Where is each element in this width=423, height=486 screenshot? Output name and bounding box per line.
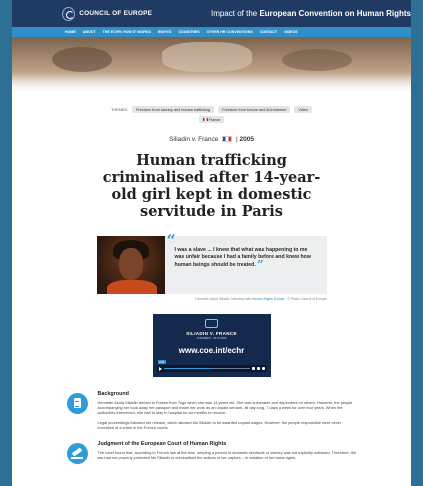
page-title: Human trafficking criminalised after 14-… (102, 152, 321, 220)
page: COUNCIL OF EUROPE Impact of the European… (12, 0, 411, 486)
video-subtitle: JUDGMENT · 26.07.2005 (196, 337, 227, 340)
open-quote-icon: “ (166, 231, 176, 250)
hero-image (12, 37, 411, 92)
judgment-section: Judgment of the European Court of Human … (66, 441, 357, 465)
video-badge: LIVE (157, 360, 166, 364)
council-of-europe-logo-icon[interactable] (62, 6, 76, 21)
country-chip-france[interactable]: France (198, 116, 225, 123)
country-row: France (12, 116, 411, 123)
site-title: Impact of the European Convention on Hum… (211, 9, 411, 18)
hero-shape (282, 49, 352, 71)
fullscreen-icon[interactable] (261, 367, 265, 370)
theme-chip-torture[interactable]: Freedom from torture and ill-treatment (218, 106, 291, 113)
case-year: 2005 (239, 136, 254, 143)
settings-icon[interactable] (256, 367, 260, 370)
video-url: www.coe.int/echr (178, 346, 245, 355)
main-nav: HOME ABOUT THE ECHR: HOW IT WORKS RIGHTS… (12, 27, 411, 37)
video-logo-icon (204, 319, 218, 328)
background-paragraph: Henriette Akofa Siliadin arrived in Fran… (97, 400, 353, 416)
nav-rights[interactable]: RIGHTS (158, 30, 172, 34)
theme-chip-video[interactable]: Video (294, 106, 312, 113)
quote-box: “ I was a slave ... I knew that what was… (96, 231, 327, 294)
caption-suffix: - © Photo Council of Europe (284, 297, 327, 301)
quote-text: I was a slave ... I knew that what was h… (174, 247, 311, 268)
country-chip-label: France (208, 117, 221, 122)
gavel-icon (66, 443, 88, 465)
nav-how-it-works[interactable]: THE ECHR: HOW IT WORKS (103, 30, 151, 34)
video-controls (156, 365, 267, 372)
hero-shape (52, 47, 112, 72)
nav-other-conventions[interactable]: OTHER HR CONVENTIONS (207, 30, 253, 34)
site-title-bold: European Convention on Human Rights (259, 9, 411, 18)
portrait-image (96, 236, 165, 294)
close-quote-icon: ” (257, 258, 264, 271)
judgment-paragraph: The court found that, according to Frenc… (97, 450, 357, 461)
case-name: Siliadin v. France (169, 136, 219, 143)
case-line: Siliadin v. France | 2005 (12, 136, 411, 143)
document-icon (66, 393, 88, 414)
judgment-heading: Judgment of the European Court of Human … (97, 441, 227, 448)
site-header: COUNCIL OF EUROPE Impact of the European… (12, 0, 411, 27)
hero-shape (162, 42, 252, 72)
france-flag-icon (222, 136, 233, 143)
quote: “ I was a slave ... I knew that what was… (165, 231, 327, 294)
site-title-prefix: Impact of the (210, 9, 260, 18)
france-flag-icon (202, 117, 208, 122)
nav-home[interactable]: HOME (65, 30, 76, 34)
background-paragraph: Legal proceedings followed her release, … (97, 419, 342, 430)
video-progress-bar[interactable] (163, 367, 250, 370)
nav-videos[interactable]: VIDEOS (284, 30, 298, 34)
video-title: SILIADIN V. FRANCE (186, 331, 237, 336)
caption-prefix: Henriette Akofa Siliadin, interview with (195, 297, 253, 301)
brand-name[interactable]: COUNCIL OF EUROPE (79, 10, 201, 17)
play-icon[interactable] (158, 366, 162, 371)
nav-contact[interactable]: CONTACT (260, 30, 277, 34)
caption-link[interactable]: Human Rights Europe (252, 297, 284, 301)
theme-chip-slavery[interactable]: Freedom from slavery and human trafficki… (131, 106, 215, 113)
portrait-shirt (106, 280, 157, 294)
quote-caption: Henriette Akofa Siliadin, interview with… (97, 297, 327, 301)
background-content: Background Henriette Akofa Siliadin arri… (98, 391, 357, 434)
themes-label: THEMES: (111, 107, 128, 112)
hero-fade (12, 72, 411, 92)
judgment-content: Judgment of the European Court of Human … (98, 441, 357, 464)
nav-countries[interactable]: COUNTRIES (178, 30, 199, 34)
video-progress-fill (163, 367, 211, 370)
volume-icon[interactable] (251, 367, 255, 370)
themes-bar: THEMES: Freedom from slavery and human t… (12, 106, 411, 113)
case-separator: | (236, 136, 238, 143)
background-heading: Background (97, 391, 129, 397)
video-player[interactable]: SILIADIN V. FRANCE JUDGMENT · 26.07.2005… (152, 314, 271, 377)
nav-about[interactable]: ABOUT (83, 30, 96, 34)
background-section: Background Henriette Akofa Siliadin arri… (66, 391, 357, 434)
portrait-face (118, 248, 143, 280)
